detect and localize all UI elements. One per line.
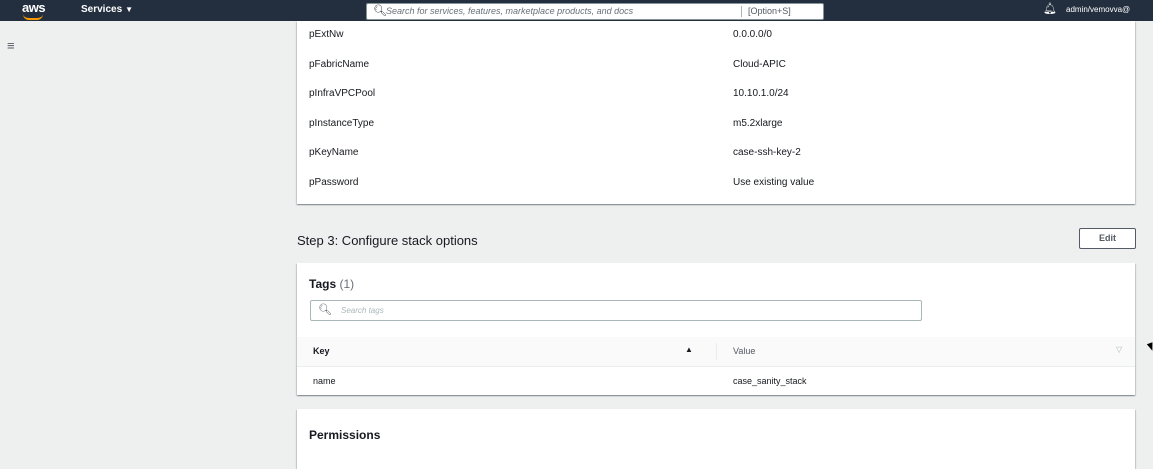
top-navigation-bar: aws Services ▼ 🔍︎ Search for services, fe…: [0, 0, 1153, 21]
parameter-row: pKeyName case-ssh-key-2: [297, 139, 1135, 168]
column-header-key[interactable]: Key: [313, 346, 330, 356]
edit-step-3-button[interactable]: Edit: [1079, 228, 1136, 249]
column-divider[interactable]: [716, 343, 717, 360]
tags-count: (1): [339, 277, 355, 291]
parameter-key: pInstanceType: [309, 118, 375, 129]
services-menu-button[interactable]: Services ▼: [81, 4, 133, 15]
services-label: Services: [81, 4, 123, 15]
caret-down-icon: ▼: [125, 5, 134, 14]
tags-search-placeholder: Search tags: [341, 306, 384, 315]
mouse-cursor: [1146, 342, 1153, 352]
search-icon: 🔍︎: [318, 304, 332, 316]
parameter-key: pExtNw: [309, 29, 344, 40]
global-search-placeholder: Search for services, features, marketpla…: [386, 6, 634, 16]
tags-table-header: Key ▲ Value ▽: [297, 337, 1135, 367]
parameter-value: Use existing value: [733, 177, 815, 188]
tag-key: name: [313, 376, 336, 386]
bell-icon[interactable]: 🔔︎: [1043, 2, 1057, 15]
parameter-value: case-ssh-key-2: [733, 147, 801, 158]
parameter-key: pKeyName: [309, 147, 359, 158]
tags-title: Tags: [309, 277, 337, 291]
hamburger-menu-icon[interactable]: ≡: [7, 38, 15, 53]
tags-heading: Tags (1): [309, 277, 354, 291]
parameters-panel: pExtNw 0.0.0.0/0 pFabricName Cloud-APIC …: [297, 21, 1135, 204]
permissions-heading: Permissions: [309, 428, 381, 442]
parameter-row: pExtNw 0.0.0.0/0: [297, 21, 1135, 50]
table-row: name case_sanity_stack: [297, 367, 1135, 395]
global-search-input[interactable]: 🔍︎ Search for services, features, market…: [366, 3, 824, 20]
tags-panel: Tags (1) 🔍︎ Search tags Key ▲ Value ▽ na…: [297, 263, 1135, 395]
account-menu[interactable]: admin/vemovva@: [1066, 5, 1130, 14]
parameter-key: pInfraVPCPool: [309, 88, 376, 99]
tags-search-input[interactable]: 🔍︎ Search tags: [310, 300, 922, 321]
aws-logo-smile: [23, 14, 43, 20]
step-3-heading: Step 3: Configure stack options: [297, 233, 478, 248]
parameter-row: pInstanceType m5.2xlarge: [297, 110, 1135, 139]
aws-logo[interactable]: aws: [22, 0, 46, 15]
parameter-value: 10.10.1.0/24: [733, 88, 789, 99]
parameter-key: pPassword: [309, 177, 359, 188]
permissions-panel: Permissions: [297, 409, 1135, 469]
sort-descending-icon[interactable]: ▽: [1116, 345, 1122, 354]
search-icon: 🔍︎: [373, 5, 387, 17]
tag-value: case_sanity_stack: [733, 376, 807, 386]
search-shortcut-hint: [Option+S]: [748, 6, 791, 16]
parameter-value: 0.0.0.0/0: [733, 29, 772, 40]
parameter-row: pInfraVPCPool 10.10.1.0/24: [297, 80, 1135, 109]
parameter-value: m5.2xlarge: [733, 118, 783, 129]
sort-ascending-icon[interactable]: ▲: [685, 345, 693, 354]
parameter-key: pFabricName: [309, 59, 370, 70]
parameter-row: pPassword Use existing value: [297, 169, 1135, 198]
parameter-row: pFabricName Cloud-APIC: [297, 51, 1135, 80]
search-divider: [741, 6, 742, 17]
column-header-value[interactable]: Value: [733, 346, 755, 356]
parameter-value: Cloud-APIC: [733, 59, 786, 70]
